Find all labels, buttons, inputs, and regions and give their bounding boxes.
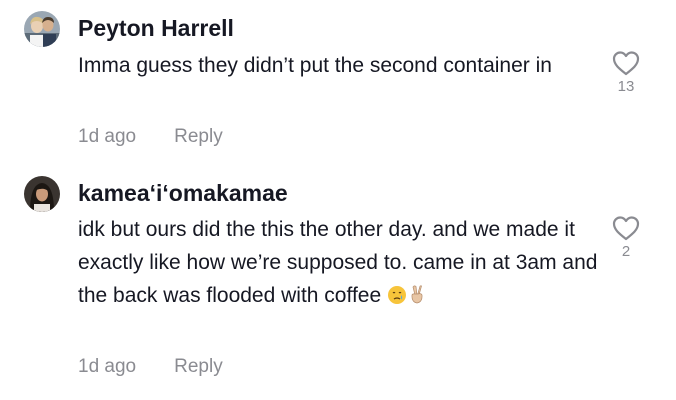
reply-button[interactable]: Reply: [174, 356, 223, 377]
comment-author[interactable]: kamea‘i‘omakamae: [78, 180, 288, 207]
comment-meta: 1d ago Reply: [78, 356, 223, 378]
reply-button[interactable]: Reply: [174, 126, 223, 147]
like-count: 2: [621, 243, 631, 260]
comment-text: idk but ours did the this the other day.…: [78, 213, 598, 315]
like-button[interactable]: 13: [606, 50, 646, 95]
victory-hand-emoji: [407, 282, 427, 315]
avatar[interactable]: [24, 176, 60, 212]
comment-text: Imma guess they didn’t put the second co…: [78, 54, 552, 77]
comment-meta: 1d ago Reply: [78, 126, 223, 148]
avatar[interactable]: [24, 11, 60, 47]
like-count: 13: [617, 78, 635, 95]
comment-list: Peyton Harrell Imma guess they didn’t pu…: [0, 0, 676, 400]
comment-timestamp: 1d ago: [78, 356, 137, 377]
crying-face-emoji: [387, 282, 407, 315]
heart-outline-icon: [612, 51, 640, 76]
comment-text-body: idk but ours did the this the other day.…: [78, 218, 598, 307]
comment-author[interactable]: Peyton Harrell: [78, 15, 234, 42]
comment-timestamp: 1d ago: [78, 126, 137, 147]
heart-outline-icon: [612, 216, 640, 241]
like-button[interactable]: 2: [606, 215, 646, 260]
